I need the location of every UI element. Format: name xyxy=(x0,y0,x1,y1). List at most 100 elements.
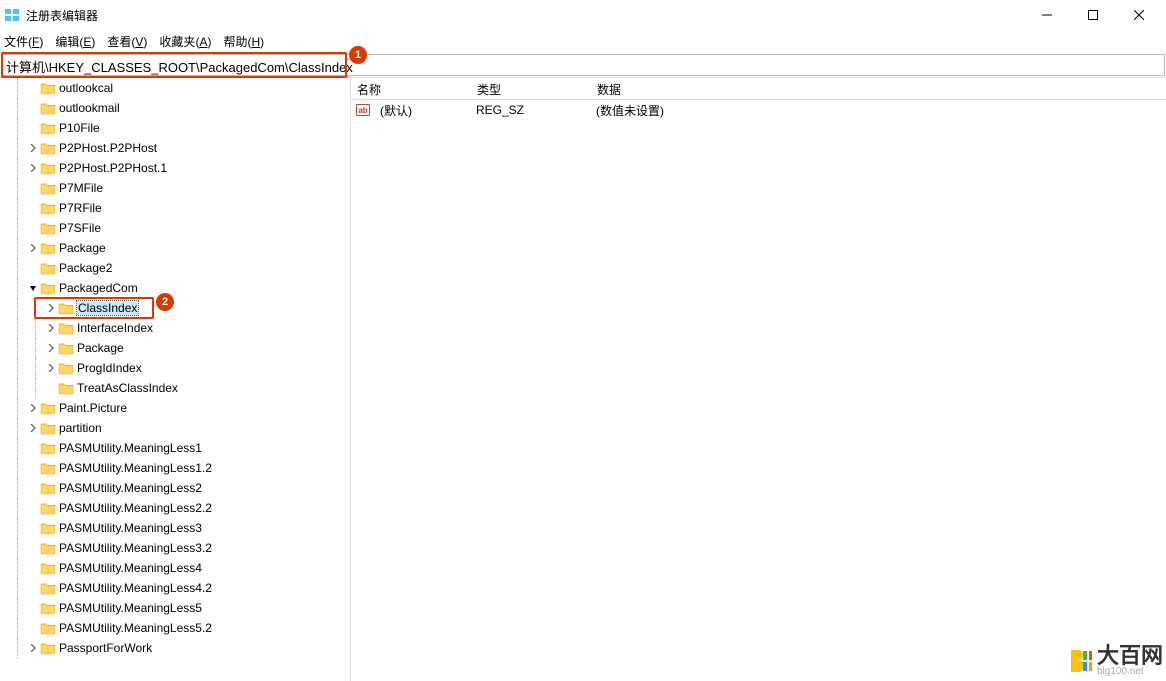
tree-row[interactable]: PASMUtility.MeaningLess2.2 xyxy=(0,498,350,518)
tree-row[interactable]: InterfaceIndex xyxy=(0,318,350,338)
tree-row[interactable]: PASMUtility.MeaningLess3.2 xyxy=(0,538,350,558)
tree-item-label: Package2 xyxy=(59,261,112,275)
folder-icon xyxy=(40,101,56,115)
tree-row[interactable]: outlookcal xyxy=(0,78,350,98)
tree-item-label: PASMUtility.MeaningLess4.2 xyxy=(59,581,212,595)
tree-row[interactable]: P7SFile xyxy=(0,218,350,238)
folder-icon xyxy=(40,221,56,235)
values-pane[interactable]: 名称 类型 数据 ab(默认)REG_SZ(数值未设置) xyxy=(351,78,1166,681)
tree-item-label: PASMUtility.MeaningLess2.2 xyxy=(59,501,212,515)
tree-item-label: PASMUtility.MeaningLess4 xyxy=(59,561,202,575)
chevron-right-icon[interactable] xyxy=(26,641,40,655)
folder-icon xyxy=(40,481,56,495)
tree-row[interactable]: PASMUtility.MeaningLess5 xyxy=(0,598,350,618)
chevron-down-icon[interactable] xyxy=(26,281,40,295)
folder-icon xyxy=(40,81,56,95)
tree-row[interactable]: Package2 xyxy=(0,258,350,278)
tree-item-label: Package xyxy=(59,241,106,255)
tree-item-label: PASMUtility.MeaningLess1.2 xyxy=(59,461,212,475)
tree-row[interactable]: Paint.Picture xyxy=(0,398,350,418)
folder-icon xyxy=(40,541,56,555)
chevron-right-icon[interactable] xyxy=(26,161,40,175)
tree-row[interactable]: ProgIdIndex xyxy=(0,358,350,378)
folder-icon xyxy=(40,241,56,255)
tree-row[interactable]: Package xyxy=(0,338,350,358)
tree-row[interactable]: partition xyxy=(0,418,350,438)
folder-icon xyxy=(40,581,56,595)
tree-row[interactable]: P7RFile xyxy=(0,198,350,218)
app-icon xyxy=(4,7,20,23)
tree-row[interactable]: P10File xyxy=(0,118,350,138)
tree-row[interactable]: P7MFile xyxy=(0,178,350,198)
tree-row[interactable]: PackagedCom xyxy=(0,278,350,298)
menu-help[interactable]: 帮助(H) xyxy=(223,33,264,50)
tree-item-label: PackagedCom xyxy=(59,281,138,295)
folder-icon xyxy=(40,261,56,275)
chevron-right-icon[interactable] xyxy=(44,321,58,335)
chevron-right-icon[interactable] xyxy=(26,241,40,255)
tree-item-label: InterfaceIndex xyxy=(77,321,153,335)
folder-icon xyxy=(58,341,74,355)
tree-row[interactable]: outlookmail xyxy=(0,98,350,118)
tree-row[interactable]: PassportForWork xyxy=(0,638,350,658)
folder-icon xyxy=(40,641,56,655)
tree-item-label: P10File xyxy=(59,121,100,135)
tree-item-label: ClassIndex xyxy=(77,301,138,315)
chevron-right-icon[interactable] xyxy=(44,301,58,315)
tree-row[interactable]: PASMUtility.MeaningLess1 xyxy=(0,438,350,458)
tree-item-label: ProgIdIndex xyxy=(77,361,142,375)
menu-favorites[interactable]: 收藏夹(A) xyxy=(159,33,211,50)
folder-icon xyxy=(40,601,56,615)
svg-text:ab: ab xyxy=(358,106,367,115)
folder-icon xyxy=(40,161,56,175)
address-bar[interactable]: 计算机\HKEY_CLASSES_ROOT\PackagedCom\ClassI… xyxy=(1,54,1165,76)
tree-item-label: outlookcal xyxy=(59,81,113,95)
tree-item-label: TreatAsClassIndex xyxy=(77,381,178,395)
menu-edit[interactable]: 编辑(E) xyxy=(55,33,95,50)
cell-name: (默认) xyxy=(374,102,470,119)
col-header-type[interactable]: 类型 xyxy=(471,78,591,99)
menu-view[interactable]: 查看(V) xyxy=(107,33,147,50)
address-text: 计算机\HKEY_CLASSES_ROOT\PackagedCom\ClassI… xyxy=(6,60,353,75)
list-header: 名称 类型 数据 xyxy=(351,78,1166,100)
tree-row[interactable]: P2PHost.P2PHost xyxy=(0,138,350,158)
col-header-data[interactable]: 数据 xyxy=(591,78,1166,99)
chevron-right-icon[interactable] xyxy=(26,421,40,435)
tree-item-label: outlookmail xyxy=(59,101,120,115)
tree-pane[interactable]: outlookcal outlookmail P10File P2PHost.P2PH… xyxy=(0,78,351,681)
chevron-right-icon[interactable] xyxy=(44,341,58,355)
folder-icon xyxy=(40,421,56,435)
col-header-name[interactable]: 名称 xyxy=(351,78,471,99)
minimize-button[interactable] xyxy=(1024,0,1070,30)
folder-icon xyxy=(40,141,56,155)
tree-row[interactable]: PASMUtility.MeaningLess4 xyxy=(0,558,350,578)
chevron-right-icon[interactable] xyxy=(26,401,40,415)
menubar: 文件(F) 编辑(E) 查看(V) 收藏夹(A) 帮助(H) xyxy=(0,30,1166,52)
tree-row[interactable]: TreatAsClassIndex xyxy=(0,378,350,398)
tree-item-label: Paint.Picture xyxy=(59,401,127,415)
close-button[interactable] xyxy=(1116,0,1162,30)
tree-row[interactable]: PASMUtility.MeaningLess2 xyxy=(0,478,350,498)
tree-row[interactable]: Package xyxy=(0,238,350,258)
callout-badge-2: 2 xyxy=(156,293,174,311)
cell-type: REG_SZ xyxy=(470,103,590,117)
tree-row[interactable]: PASMUtility.MeaningLess3 xyxy=(0,518,350,538)
folder-icon xyxy=(40,521,56,535)
maximize-button[interactable] xyxy=(1070,0,1116,30)
tree-item-label: P2PHost.P2PHost xyxy=(59,141,157,155)
chevron-right-icon[interactable] xyxy=(44,361,58,375)
tree-row[interactable]: P2PHost.P2PHost.1 xyxy=(0,158,350,178)
folder-icon xyxy=(40,461,56,475)
tree-row[interactable]: ClassIndex xyxy=(0,298,350,318)
list-row[interactable]: ab(默认)REG_SZ(数值未设置) xyxy=(351,100,1166,120)
tree-item-label: P2PHost.P2PHost.1 xyxy=(59,161,167,175)
tree-row[interactable]: PASMUtility.MeaningLess4.2 xyxy=(0,578,350,598)
tree-item-label: PASMUtility.MeaningLess3 xyxy=(59,521,202,535)
chevron-right-icon[interactable] xyxy=(26,141,40,155)
tree-row[interactable]: PASMUtility.MeaningLess5.2 xyxy=(0,618,350,638)
tree-item-label: PASMUtility.MeaningLess5.2 xyxy=(59,621,212,635)
menu-file[interactable]: 文件(F) xyxy=(4,33,43,50)
tree-row[interactable]: PASMUtility.MeaningLess1.2 xyxy=(0,458,350,478)
folder-icon xyxy=(40,201,56,215)
tree-item-label: P7MFile xyxy=(59,181,103,195)
